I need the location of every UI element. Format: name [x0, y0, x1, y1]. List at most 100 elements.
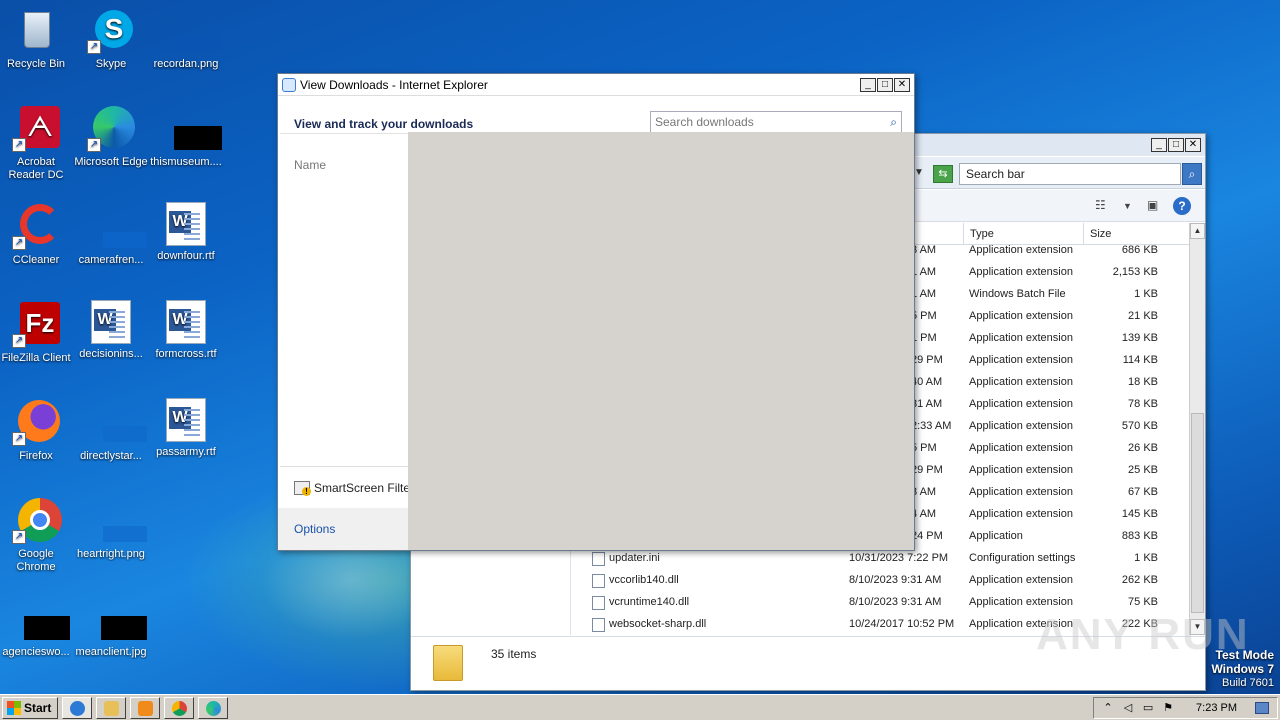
tray-expand-icon[interactable]: ⌃ [1102, 702, 1114, 714]
search-downloads-input[interactable]: Search downloads ⌕ [650, 111, 902, 133]
desktop-icon-formcross[interactable]: W formcross.rtf [148, 300, 224, 361]
edge-icon: ↗ [87, 104, 135, 152]
desktop-icon-recycle-bin[interactable]: Recycle Bin [0, 6, 74, 71]
file-name: vcruntime140.dll [609, 596, 690, 608]
smartscreen-icon [294, 481, 311, 496]
scroll-thumb[interactable] [1191, 413, 1204, 613]
file-type: Application extension [969, 244, 1073, 256]
downloads-footer: Options [278, 508, 408, 550]
shortcut-arrow-icon: ↗ [87, 40, 101, 54]
image-file-icon [87, 202, 147, 250]
desktop-icon-meanclient[interactable]: meanclient.jpg [73, 594, 149, 659]
search-input[interactable]: Search bar [959, 163, 1181, 185]
chrome-icon: ↗ [12, 496, 62, 544]
recycle-bin-icon [12, 6, 60, 54]
table-row[interactable]: updater.ini 10/31/2023 7:22 PM Configurati… [571, 548, 1189, 570]
desktop-icon-acrobat[interactable]: ᗅ ↗ Acrobat Reader DC [0, 104, 74, 182]
ie-titlebar[interactable]: View Downloads - Internet Explorer _ □ ✕ [278, 74, 914, 96]
file-type: Application extension [969, 508, 1073, 520]
chevron-down-icon[interactable]: ▼ [1123, 201, 1132, 211]
refresh-icon[interactable]: ⇆ [933, 165, 953, 183]
volume-icon[interactable]: ◁ [1122, 702, 1134, 714]
file-date: 31 AM [911, 398, 943, 410]
image-file-icon [162, 6, 221, 54]
action-center-flag-icon[interactable]: ⚑ [1162, 702, 1174, 714]
chrome-icon [172, 700, 188, 716]
options-link[interactable]: Options [294, 522, 335, 536]
internet-explorer-icon [282, 77, 296, 92]
start-button[interactable]: Start [2, 696, 59, 719]
desktop-icon-recordan[interactable]: recordan.png [148, 6, 224, 71]
desktop-icon-firefox[interactable]: ↗ Firefox [0, 398, 74, 463]
desktop-icon-edge[interactable]: ↗ Microsoft Edge [73, 104, 149, 169]
desktop-icon-passarmy[interactable]: W passarmy.rtf [148, 398, 224, 459]
file-type: Application extension [969, 398, 1073, 410]
word-document-icon: W [166, 300, 206, 344]
file-type: Application extension [969, 420, 1073, 432]
shortcut-arrow-icon: ↗ [12, 530, 26, 544]
file-type: Application extension [969, 376, 1073, 388]
desktop-icon-camerafren[interactable]: camerafren... [73, 202, 149, 267]
taskbar-explorer[interactable] [96, 696, 127, 719]
column-name[interactable]: Name [294, 158, 326, 172]
preview-pane-icon[interactable]: ▣ [1147, 198, 1158, 212]
file-type: Application extension [969, 464, 1073, 476]
smartscreen-bar: SmartScreen Filter [280, 466, 408, 508]
close-button[interactable]: ✕ [894, 77, 910, 92]
minimize-button[interactable]: _ [1151, 138, 1167, 152]
shortcut-arrow-icon: ↗ [12, 236, 26, 250]
taskbar-media-player[interactable] [130, 696, 161, 719]
system-tray: ⌃ ◁ ▭ ⚑ 7:23 PM [1093, 696, 1278, 719]
file-name: updater.ini [609, 552, 660, 564]
desktop-icon-chrome[interactable]: ↗ Google Chrome [0, 496, 74, 574]
file-icon [592, 596, 605, 610]
file-name: vccorlib140.dll [609, 574, 679, 586]
internet-explorer-icon [70, 700, 86, 716]
minimize-button[interactable]: _ [860, 77, 876, 92]
desktop-icon-thismuseum[interactable]: thismuseum.... [148, 104, 224, 169]
desktop-icon-filezilla[interactable]: Fz ↗ FileZilla Client [0, 300, 74, 365]
scroll-up-icon[interactable]: ▲ [1190, 223, 1205, 239]
show-desktop-icon[interactable] [1255, 701, 1269, 714]
close-button[interactable]: ✕ [1185, 138, 1201, 152]
file-date: 29 PM [911, 354, 943, 366]
media-player-icon [138, 700, 154, 716]
file-type: Application extension [969, 354, 1073, 366]
maximize-button[interactable]: □ [877, 77, 893, 92]
shortcut-arrow-icon: ↗ [12, 334, 26, 348]
windows-logo-icon [7, 700, 21, 715]
desktop-icon-downfour[interactable]: W downfour.rtf [148, 202, 224, 263]
file-date: 40 AM [911, 376, 943, 388]
file-type: Application [969, 530, 1023, 542]
word-document-icon: W [166, 398, 206, 442]
help-icon[interactable]: ? [1173, 197, 1191, 215]
view-downloads-window[interactable]: View Downloads - Internet Explorer _ □ ✕… [277, 73, 915, 551]
shortcut-arrow-icon: ↗ [87, 138, 101, 152]
vertical-scrollbar[interactable]: ▲ ▼ [1189, 223, 1205, 635]
word-document-icon: W [166, 202, 206, 246]
shortcut-arrow-icon: ↗ [12, 432, 26, 446]
desktop-icon-heartright[interactable]: heartright.png [73, 496, 149, 561]
taskbar-internet-explorer[interactable] [62, 696, 93, 719]
file-size: 114 KB [1122, 354, 1158, 366]
view-options-icon[interactable]: ☷ [1095, 198, 1106, 212]
desktop-icon-skype[interactable]: S ↗ Skype [73, 6, 149, 71]
file-date: 8/10/2023 9:31 AM [849, 574, 942, 586]
desktop-icon-decisionins[interactable]: W decisionins... [73, 300, 149, 361]
smartscreen-label[interactable]: SmartScreen Filter [314, 481, 408, 495]
desktop-icon-ccleaner[interactable]: ↗ CCleaner [0, 202, 74, 267]
clock[interactable]: 7:23 PM [1196, 702, 1237, 714]
file-size: 67 KB [1128, 486, 1158, 498]
table-row[interactable]: vccorlib140.dll 8/10/2023 9:31 AM Applicat… [571, 570, 1189, 592]
taskbar-edge[interactable] [198, 696, 229, 719]
search-icon[interactable]: ⌕ [1182, 163, 1202, 185]
chevron-down-icon[interactable]: ▼ [914, 167, 924, 178]
file-size: 1 KB [1134, 288, 1158, 300]
folder-icon [104, 700, 120, 716]
maximize-button[interactable]: □ [1168, 138, 1184, 152]
desktop-icon-directlystar[interactable]: directlystar... [73, 398, 149, 463]
search-icon[interactable]: ⌕ [890, 115, 897, 130]
taskbar-chrome[interactable] [164, 696, 195, 719]
network-icon[interactable]: ▭ [1142, 702, 1154, 714]
desktop-icon-agencieswo[interactable]: agencieswo... [0, 594, 74, 659]
